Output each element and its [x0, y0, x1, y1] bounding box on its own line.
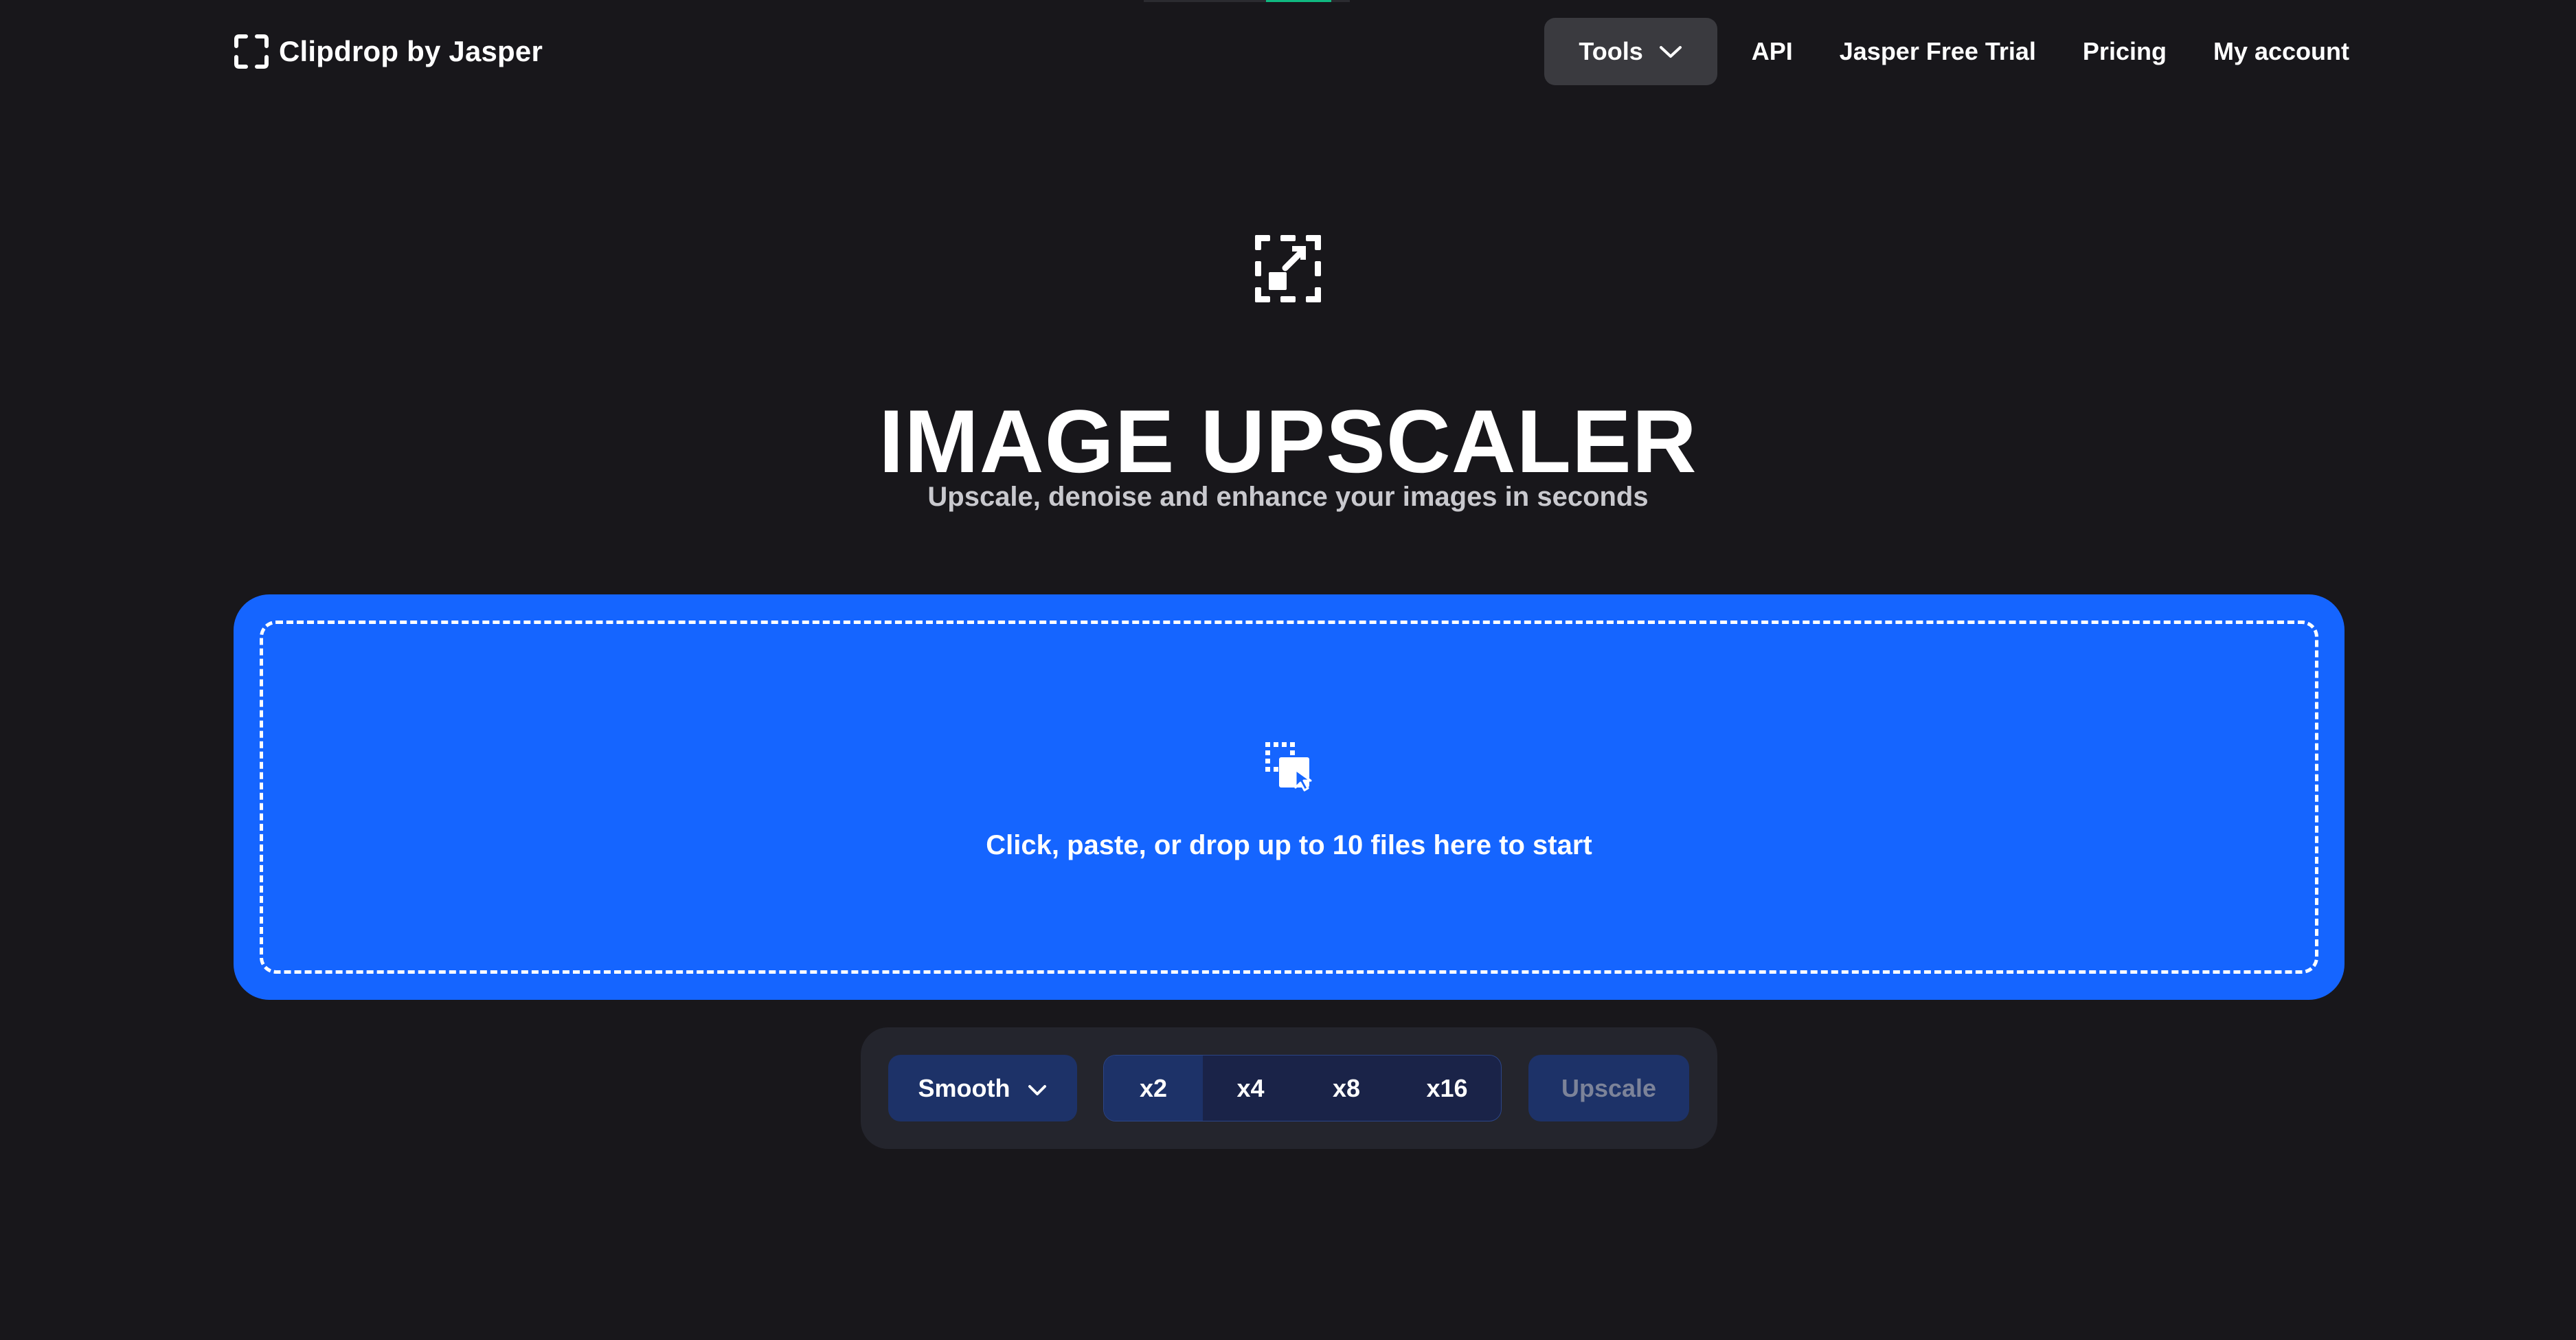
- tools-menu-button[interactable]: Tools: [1544, 18, 1717, 85]
- scale-button-x8[interactable]: x8: [1298, 1056, 1394, 1121]
- mode-select-value: Smooth: [918, 1073, 1010, 1102]
- nav-link-jasper-free-trial[interactable]: Jasper Free Trial: [1840, 37, 2036, 66]
- main-nav: Tools API Jasper Free Trial Pricing My a…: [1544, 18, 2349, 85]
- site-header: Clipdrop by Jasper Tools API Jasper Free…: [0, 0, 2576, 103]
- page-subtitle: Upscale, denoise and enhance your images…: [927, 482, 1649, 512]
- scale-button-x16[interactable]: x16: [1394, 1056, 1500, 1121]
- mode-select[interactable]: Smooth: [888, 1055, 1077, 1121]
- dropzone-prompt: Click, paste, or drop up to 10 files her…: [986, 830, 1592, 860]
- file-dropzone[interactable]: Click, paste, or drop up to 10 files her…: [234, 594, 2345, 1000]
- nav-link-my-account[interactable]: My account: [2213, 37, 2349, 66]
- upscale-arrow-icon: [1254, 234, 1322, 304]
- brand-name: Clipdrop by Jasper: [279, 35, 543, 67]
- upscale-button[interactable]: Upscale: [1528, 1055, 1689, 1121]
- clipdrop-frame-icon: [234, 34, 269, 69]
- scale-factor-group: x2 x4 x8 x16: [1103, 1055, 1502, 1121]
- dropzone-dashed-border: [260, 621, 2318, 974]
- chevron-down-icon: [1658, 37, 1683, 66]
- page-title: IMAGE UPSCALER: [879, 391, 1697, 492]
- tools-menu-label: Tools: [1579, 37, 1643, 65]
- nav-link-pricing[interactable]: Pricing: [2083, 37, 2167, 66]
- chevron-down-icon: [1028, 1074, 1047, 1103]
- scale-button-x4[interactable]: x4: [1203, 1056, 1298, 1121]
- nav-link-api[interactable]: API: [1752, 37, 1793, 66]
- drop-files-icon: [1265, 742, 1313, 792]
- upscale-controls: Smooth x2 x4 x8 x16 Upscale: [861, 1027, 1717, 1149]
- scale-button-x2[interactable]: x2: [1104, 1056, 1203, 1121]
- brand-logo-link[interactable]: Clipdrop by Jasper: [234, 32, 543, 71]
